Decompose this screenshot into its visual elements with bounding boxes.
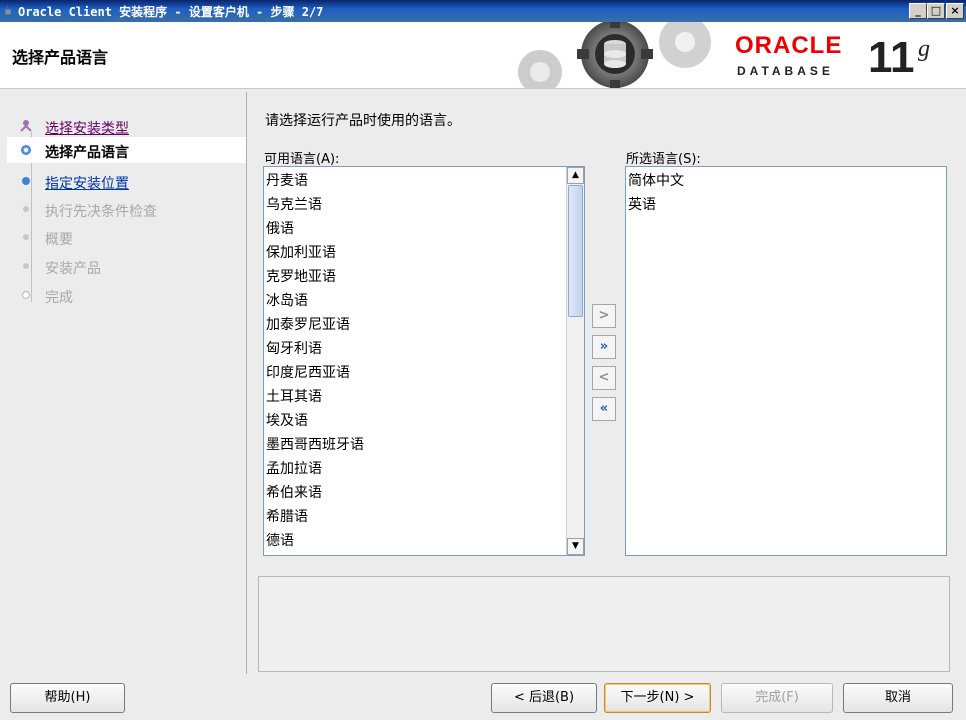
installer-window: ☕ Oracle Client 安装程序 - 设置客户机 - 步骤 2/7 _ … bbox=[0, 0, 966, 720]
available-language-item[interactable]: 印度尼西亚语 bbox=[264, 361, 566, 385]
available-language-item[interactable]: 墨西哥西班牙语 bbox=[264, 433, 566, 457]
selected-languages-label: 所选语言(S): bbox=[626, 152, 701, 167]
available-language-item[interactable]: 乌克兰语 bbox=[264, 193, 566, 217]
scroll-thumb[interactable] bbox=[568, 185, 583, 317]
oracle-logo: ORACLE bbox=[735, 32, 843, 59]
minimize-button[interactable]: _ bbox=[909, 3, 927, 19]
available-language-item[interactable]: 孟加拉语 bbox=[264, 457, 566, 481]
step-select-product-language[interactable]: 选择产品语言 bbox=[7, 137, 246, 163]
scroll-up-arrow-icon[interactable]: ▲ bbox=[567, 167, 584, 184]
available-language-item[interactable]: 俄语 bbox=[264, 217, 566, 241]
available-language-item[interactable]: 德语 bbox=[264, 529, 566, 553]
step-specify-install-location[interactable]: 指定安装位置 bbox=[7, 168, 246, 194]
available-language-item[interactable]: 希腊语 bbox=[264, 505, 566, 529]
maximize-button[interactable]: □ bbox=[927, 3, 945, 19]
selected-languages-list[interactable]: 简体中文 英语 bbox=[625, 166, 947, 556]
close-button[interactable]: × bbox=[946, 3, 964, 19]
instruction-text: 请选择运行产品时使用的语言。 bbox=[265, 113, 461, 129]
step-dot-icon bbox=[23, 206, 29, 212]
step-dot-icon bbox=[23, 234, 29, 240]
step-label: 指定安装位置 bbox=[45, 176, 129, 192]
step-label: 完成 bbox=[45, 290, 73, 306]
scroll-down-arrow-icon[interactable]: ▼ bbox=[567, 538, 584, 555]
move-right-button[interactable]: > bbox=[592, 304, 616, 328]
gears-graphic-icon bbox=[518, 22, 711, 88]
step-install-product: 安装产品 bbox=[7, 253, 246, 279]
available-languages-label: 可用语言(A): bbox=[264, 152, 340, 167]
step-dot-icon bbox=[23, 263, 29, 269]
available-language-item[interactable]: 丹麦语 bbox=[264, 169, 566, 193]
move-all-right-button[interactable]: » bbox=[592, 335, 616, 359]
step-label: 选择产品语言 bbox=[45, 145, 129, 161]
version-logo: 11 bbox=[868, 33, 915, 82]
available-language-item[interactable]: 土耳其语 bbox=[264, 385, 566, 409]
step-label: 选择安装类型 bbox=[45, 121, 129, 137]
step-finish: 完成 bbox=[7, 282, 246, 308]
step-label: 概要 bbox=[45, 232, 73, 248]
finish-button: 完成(F) bbox=[721, 683, 833, 713]
move-left-button[interactable]: < bbox=[592, 366, 616, 390]
available-language-item[interactable]: 克罗地亚语 bbox=[264, 265, 566, 289]
step-prerequisite-checks: 执行先决条件检查 bbox=[7, 196, 246, 222]
available-languages-list[interactable]: 丹麦语 乌克兰语 俄语 保加利亚语 克罗地亚语 冰岛语 加泰罗尼亚语 匈牙利语 印度尼西亚语 土耳… bbox=[263, 166, 585, 556]
available-language-item[interactable]: 埃及语 bbox=[264, 409, 566, 433]
step-label: 执行先决条件检查 bbox=[45, 204, 157, 220]
selected-language-item[interactable]: 简体中文 bbox=[626, 169, 946, 193]
help-button[interactable]: 帮助(H) bbox=[10, 683, 125, 713]
available-language-item[interactable]: 加泰罗尼亚语 bbox=[264, 313, 566, 337]
step-end-icon bbox=[21, 290, 31, 300]
available-language-item[interactable]: 希伯来语 bbox=[264, 481, 566, 505]
current-step-icon bbox=[21, 145, 31, 155]
back-button[interactable]: < 后退(B) bbox=[491, 683, 597, 713]
available-language-item[interactable]: 匈牙利语 bbox=[264, 337, 566, 361]
available-language-item[interactable]: 冰岛语 bbox=[264, 289, 566, 313]
step-dot-icon bbox=[22, 177, 30, 185]
page-title: 选择产品语言 bbox=[12, 48, 109, 67]
step-label: 安装产品 bbox=[45, 261, 101, 277]
message-area bbox=[258, 576, 950, 672]
available-list-scrollbar[interactable]: ▲ ▼ bbox=[566, 167, 584, 555]
java-icon: ☕ bbox=[4, 3, 12, 18]
title-bar[interactable]: ☕ Oracle Client 安装程序 - 设置客户机 - 步骤 2/7 _ … bbox=[0, 0, 966, 22]
database-logo-text: DATABASE bbox=[737, 64, 834, 78]
person-icon bbox=[19, 120, 33, 133]
step-summary: 概要 bbox=[7, 224, 246, 250]
cancel-button[interactable]: 取消 bbox=[843, 683, 953, 713]
move-all-left-button[interactable]: « bbox=[592, 397, 616, 421]
step-select-install-type[interactable]: 选择安装类型 bbox=[7, 113, 246, 139]
window-title: Oracle Client 安装程序 - 设置客户机 - 步骤 2/7 bbox=[18, 5, 324, 19]
header-banner: 选择产品语言 ORACLE DATABASE 11 g bbox=[0, 22, 966, 89]
version-suffix-logo: g bbox=[918, 36, 930, 62]
available-language-item[interactable]: 保加利亚语 bbox=[264, 241, 566, 265]
selected-language-item[interactable]: 英语 bbox=[626, 193, 946, 217]
steps-panel: 选择安装类型 选择产品语言 指定安装位置 执行先决条件检查 概要 安装产品 完成 bbox=[7, 92, 247, 674]
next-button[interactable]: 下一步(N) > bbox=[604, 683, 711, 713]
